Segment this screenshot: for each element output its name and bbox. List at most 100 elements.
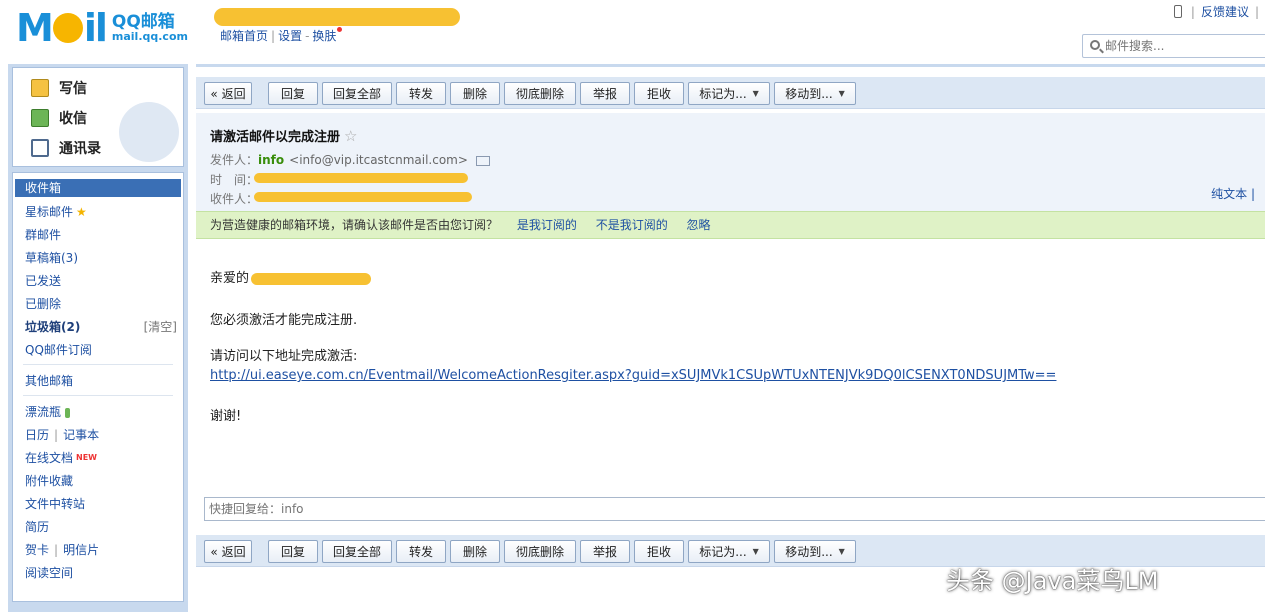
folder-other-mailbox[interactable]: 其他邮箱	[25, 372, 73, 390]
body-line-1: 您必须激活才能完成注册.	[210, 313, 358, 328]
forward-button[interactable]: 转发	[396, 82, 446, 105]
brand-domain: mail.qq.com	[111, 30, 188, 44]
sender-address: <info@vip.itcastcnmail.com>	[289, 153, 468, 167]
folder-divider	[23, 364, 173, 365]
move-to-dropdown[interactable]: 移动到... ▼	[774, 540, 856, 563]
mail-search-input[interactable]	[1082, 34, 1265, 58]
bottle-icon	[65, 407, 71, 418]
app-reading-space[interactable]: 阅读空间	[25, 564, 73, 582]
sender-label: 发件人：	[210, 153, 259, 167]
qq-mail-logo[interactable]: Mil QQ邮箱 mail.qq.com	[16, 8, 188, 48]
reject-button[interactable]: 拒收	[634, 540, 684, 563]
header: Mil QQ邮箱 mail.qq.com 邮箱首页 | 设置 - 换肤 | 反馈建议 |	[0, 0, 1265, 62]
app-calendar-row: 日历 | 记事本	[25, 428, 100, 442]
folder-deleted[interactable]: 已删除	[25, 295, 61, 313]
compose-label: 写信	[59, 81, 87, 97]
notice-no-link[interactable]: 不是我订阅的	[596, 218, 668, 232]
top-toolbar: « 返回 回复 回复全部 转发 删除 彻底删除 举报 拒收 标记为... ▼ 移动…	[196, 77, 1265, 109]
move-to-dropdown[interactable]: 移动到... ▼	[774, 82, 856, 105]
delete-button[interactable]: 删除	[450, 540, 500, 563]
chevron-down-icon: ▼	[752, 547, 759, 556]
reject-button[interactable]: 拒收	[634, 82, 684, 105]
folder-subscriptions[interactable]: QQ邮件订阅	[25, 341, 92, 359]
mark-as-dropdown[interactable]: 标记为... ▼	[688, 82, 770, 105]
nav-skin-link[interactable]: 换肤	[312, 29, 336, 43]
folder-group-mail[interactable]: 群邮件	[25, 226, 61, 244]
report-button[interactable]: 举报	[580, 540, 630, 563]
star-icon: ★	[76, 205, 87, 219]
feedback-link[interactable]: 反馈建议	[1201, 3, 1249, 20]
chevron-down-icon: ▼	[752, 89, 759, 98]
contact-card-icon[interactable]	[475, 155, 490, 166]
brand-name: QQ邮箱	[111, 11, 175, 32]
chevron-down-icon: ▼	[838, 89, 845, 98]
reply-button[interactable]: 回复	[268, 82, 318, 105]
reply-all-button[interactable]: 回复全部	[322, 540, 392, 563]
app-postcard[interactable]: 明信片	[63, 543, 99, 557]
mark-as-dropdown[interactable]: 标记为... ▼	[688, 540, 770, 563]
folder-list: 收件箱 星标邮件 ★ 群邮件 草稿箱(3) 已发送 已删除 垃圾箱(2) [清空]…	[12, 172, 184, 602]
folder-drafts[interactable]: 草稿箱(3)	[25, 249, 78, 267]
app-drift-bottle[interactable]: 漂流瓶	[25, 403, 71, 421]
redacted-username	[214, 8, 460, 26]
back-button[interactable]: « 返回	[204, 540, 252, 563]
watermark-text: 头条 @Java菜鸟LM	[946, 567, 1159, 595]
left-sidebar: 写信 收信 通讯录 收件箱 星标邮件 ★ 群邮件 草稿箱(3) 已发送 已删除 垃…	[8, 64, 188, 612]
folder-inbox[interactable]: 收件箱	[15, 179, 181, 197]
compose-icon	[31, 79, 49, 97]
app-notebook[interactable]: 记事本	[63, 428, 99, 442]
folder-sent[interactable]: 已发送	[25, 272, 61, 290]
reply-button[interactable]: 回复	[268, 540, 318, 563]
notice-yes-link[interactable]: 是我订阅的	[517, 218, 577, 232]
app-resume[interactable]: 简历	[25, 518, 49, 536]
delete-button[interactable]: 删除	[450, 82, 500, 105]
time-label: 时 间：	[210, 173, 259, 187]
delete-permanently-button[interactable]: 彻底删除	[504, 82, 576, 105]
activation-link[interactable]: http://ui.easeye.com.cn/Eventmail/Welcom…	[210, 368, 1056, 383]
sender-name[interactable]: info	[258, 153, 284, 167]
quick-actions-panel: 写信 收信 通讯录	[12, 67, 184, 167]
star-outline-icon[interactable]: ☆	[344, 127, 357, 145]
report-button[interactable]: 举报	[580, 82, 630, 105]
compose-button[interactable]: 写信	[31, 78, 87, 98]
plain-text-link[interactable]: 纯文本 |	[1211, 185, 1255, 202]
notification-dot	[337, 27, 343, 32]
contacts-label: 通讯录	[59, 141, 101, 157]
folder-starred[interactable]: 星标邮件 ★	[25, 203, 87, 221]
top-nav: 邮箱首页 | 设置 - 换肤	[220, 27, 343, 44]
mail-header: 请激活邮件以完成注册 ☆ 发件人：info <info@vip.itcastcnma…	[196, 113, 1265, 211]
back-button[interactable]: « 返回	[204, 82, 252, 105]
subscription-notice: 为营造健康的邮箱环境，请确认该邮件是否由您订阅？ 是我订阅的 不是我订阅的 忽略	[196, 211, 1265, 239]
folder-spam[interactable]: 垃圾箱(2)	[25, 318, 80, 336]
nav-settings-link[interactable]: 设置	[278, 29, 302, 43]
recipient-label: 收件人：	[210, 192, 259, 206]
folder-divider	[23, 395, 173, 396]
forward-button[interactable]: 转发	[396, 540, 446, 563]
mail-view: « 返回 回复 回复全部 转发 删除 彻底删除 举报 拒收 标记为... ▼ 移动…	[196, 64, 1265, 612]
quick-reply-input[interactable]	[204, 497, 1265, 521]
receive-button[interactable]: 收信	[31, 108, 87, 128]
spam-clear-link[interactable]: [清空]	[144, 318, 177, 335]
recipient-row: 收件人：	[210, 190, 258, 207]
app-attachments[interactable]: 附件收藏	[25, 472, 73, 490]
app-file-transfer[interactable]: 文件中转站	[25, 495, 85, 513]
top-right-links: | 反馈建议 |	[1173, 3, 1259, 20]
reply-all-button[interactable]: 回复全部	[322, 82, 392, 105]
mobile-icon[interactable]	[1173, 5, 1182, 18]
nav-home-link[interactable]: 邮箱首页	[220, 29, 268, 43]
notice-ignore-link[interactable]: 忽略	[687, 218, 711, 232]
delete-permanently-button[interactable]: 彻底删除	[504, 540, 576, 563]
logo-mark: Mil	[16, 6, 108, 50]
redacted-name	[251, 272, 372, 285]
contacts-button[interactable]: 通讯录	[31, 138, 101, 158]
search-icon[interactable]	[1090, 40, 1100, 50]
body-line-2: 请访问以下地址完成激活:	[210, 349, 358, 364]
app-greeting-card[interactable]: 贺卡	[25, 543, 49, 557]
receive-label: 收信	[59, 111, 87, 127]
chevron-down-icon: ▼	[838, 547, 845, 556]
notice-text: 为营造健康的邮箱环境，请确认该邮件是否由您订阅？	[210, 218, 499, 232]
app-calendar[interactable]: 日历	[25, 428, 49, 442]
app-online-docs[interactable]: 在线文档 NEW	[25, 449, 97, 467]
app-card-row: 贺卡 | 明信片	[25, 543, 100, 557]
new-badge: NEW	[76, 453, 97, 462]
